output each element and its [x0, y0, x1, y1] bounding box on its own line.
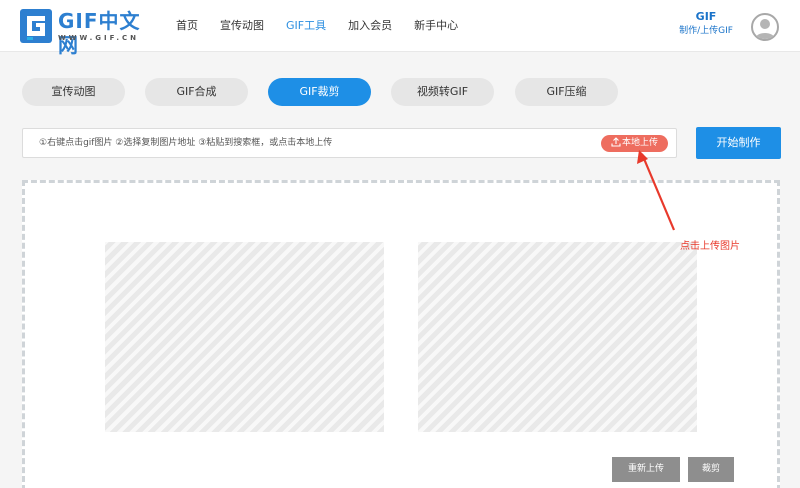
top-header: GIF中文网 WWW.GIF.CN 首页 宣传动图 GIF工具 加入会员 新手中…: [0, 0, 800, 57]
main-nav: 首页 宣传动图 GIF工具 加入会员 新手中心: [168, 0, 472, 52]
url-input[interactable]: [23, 129, 583, 157]
annotation-text: 点击上传图片: [680, 241, 740, 252]
nav-item-gif-tools[interactable]: GIF工具: [278, 0, 334, 52]
tab-video-to-gif[interactable]: 视频转GIF: [391, 78, 494, 106]
tab-gif-merge[interactable]: GIF合成: [145, 78, 248, 106]
tab-gif-compress[interactable]: GIF压缩: [515, 78, 618, 106]
start-button[interactable]: 开始制作: [696, 127, 781, 159]
tab-gif-crop[interactable]: GIF裁剪: [268, 78, 371, 106]
crop-button[interactable]: 裁剪: [688, 457, 734, 482]
annotation-arrow-icon: [637, 150, 676, 231]
nav-item-home[interactable]: 首页: [168, 0, 206, 52]
logo-subtitle: WWW.GIF.CN: [58, 34, 140, 42]
nav-item-beginner[interactable]: 新手中心: [406, 0, 466, 52]
url-input-box: 本地上传: [22, 128, 677, 158]
original-preview: [105, 242, 384, 432]
create-upload-label: 制作/上传GIF: [679, 26, 733, 36]
cropped-preview: [418, 242, 697, 432]
nav-item-promo[interactable]: 宣传动图: [212, 0, 272, 52]
user-icon: [755, 19, 775, 39]
create-gif-title: GIF: [695, 10, 717, 23]
avatar[interactable]: [751, 13, 779, 41]
tab-promo-gif[interactable]: 宣传动图: [22, 78, 125, 106]
local-upload-label: 本地上传: [621, 138, 658, 148]
logo-mark-icon: [20, 9, 52, 43]
create-upload-link[interactable]: GIF 制作/上传GIF: [676, 10, 736, 38]
upload-icon: [611, 137, 621, 147]
nav-item-membership[interactable]: 加入会员: [340, 0, 400, 52]
reupload-button[interactable]: 重新上传: [612, 457, 680, 482]
site-logo[interactable]: GIF中文网 WWW.GIF.CN: [20, 9, 160, 57]
